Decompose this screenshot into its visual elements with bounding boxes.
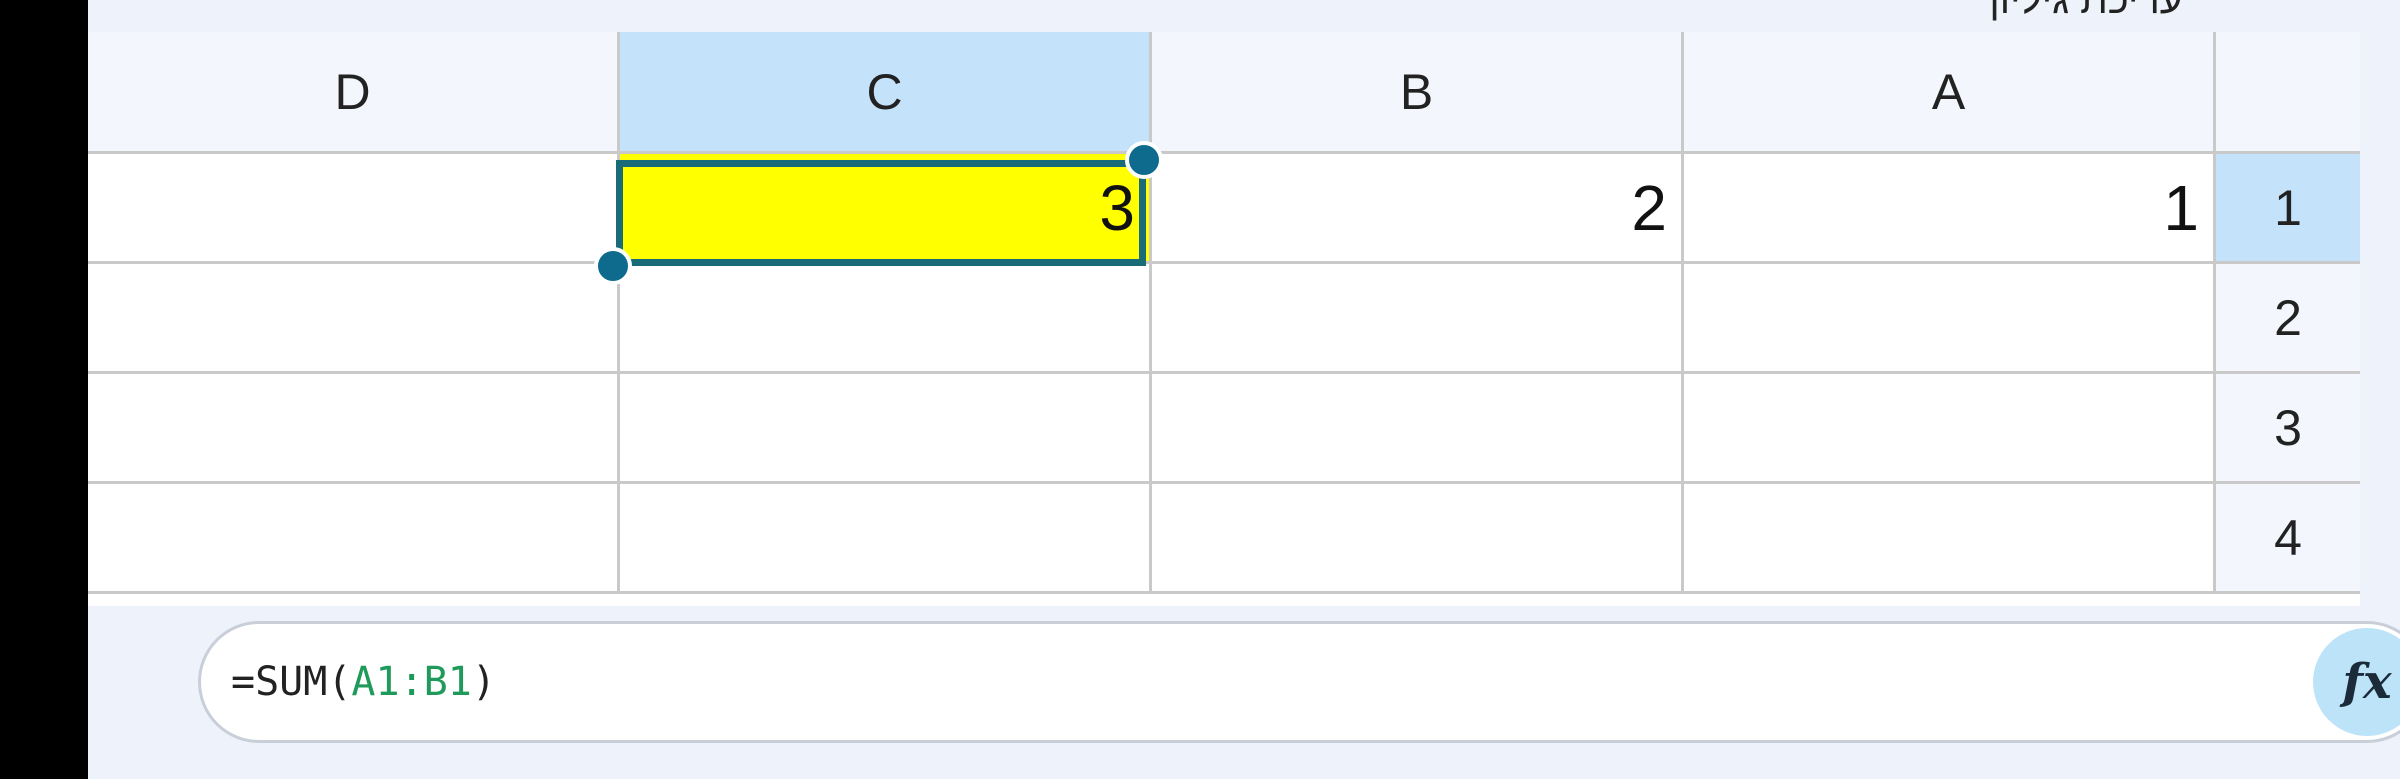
spreadsheet-app: עריכת גיליון D C B A 3 2 1 1 2 3 4 =SUM(… (88, 0, 2400, 779)
formula-close-paren: ) (471, 659, 496, 705)
cell-d2[interactable] (88, 264, 620, 374)
cell-d4[interactable] (88, 484, 620, 594)
cell-b2[interactable] (1152, 264, 1684, 374)
row-header-2[interactable]: 2 (2216, 264, 2360, 374)
fx-icon: fx (2342, 654, 2392, 710)
cell-a3[interactable] (1684, 374, 2216, 484)
row-header-1[interactable]: 1 (2216, 154, 2360, 264)
selection-handle-bottom-left[interactable] (594, 247, 632, 285)
column-header-a[interactable]: A (1684, 32, 2216, 154)
insert-function-button[interactable]: fx (2313, 628, 2400, 736)
select-all-corner[interactable] (2216, 32, 2360, 154)
cell-c3[interactable] (620, 374, 1152, 484)
toolbar-title: עריכת גיליון (1989, 0, 2183, 22)
sheet-grid[interactable]: D C B A 3 2 1 1 2 3 4 (88, 32, 2360, 606)
column-header-b[interactable]: B (1152, 32, 1684, 154)
column-header-c[interactable]: C (620, 32, 1152, 154)
formula-range-reference: A1:B1 (351, 659, 472, 705)
row-header-4[interactable]: 4 (2216, 484, 2360, 594)
cell-d3[interactable] (88, 374, 620, 484)
formula-function: =SUM( (231, 659, 352, 705)
cell-b1[interactable]: 2 (1152, 154, 1684, 264)
cell-a1[interactable]: 1 (1684, 154, 2216, 264)
cell-b3[interactable] (1152, 374, 1684, 484)
cell-b4[interactable] (1152, 484, 1684, 594)
row-header-3[interactable]: 3 (2216, 374, 2360, 484)
cell-c4[interactable] (620, 484, 1152, 594)
formula-bar[interactable]: =SUM(A1:B1) fx (198, 621, 2400, 743)
cell-a2[interactable] (1684, 264, 2216, 374)
cell-d1[interactable] (88, 154, 620, 264)
top-toolbar: עריכת גיליון (88, 0, 2358, 32)
cell-c1[interactable]: 3 (620, 154, 1152, 264)
column-header-d[interactable]: D (88, 32, 620, 154)
selection-handle-top-right[interactable] (1125, 141, 1163, 179)
cell-c2[interactable] (620, 264, 1152, 374)
formula-input[interactable]: =SUM(A1:B1) (231, 624, 496, 740)
cell-a4[interactable] (1684, 484, 2216, 594)
